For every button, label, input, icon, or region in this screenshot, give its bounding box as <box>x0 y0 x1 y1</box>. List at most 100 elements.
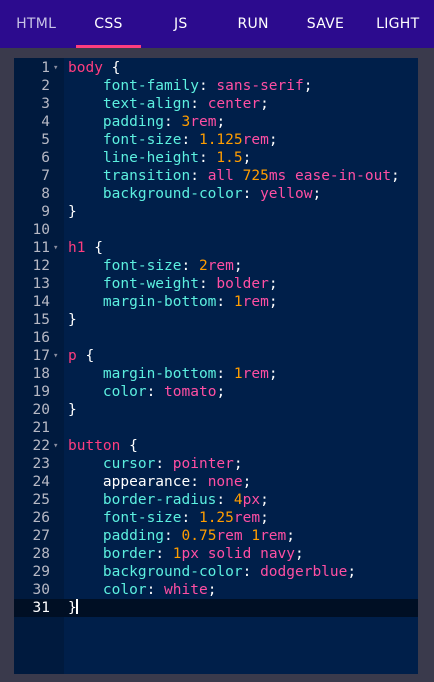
code-line[interactable]: 7 transition: all 725ms ease-in-out; <box>14 167 418 185</box>
line-number: 8 <box>41 186 50 202</box>
code-text: p { <box>68 347 94 365</box>
token-text: ; <box>312 186 322 202</box>
token-property: line-height <box>102 150 199 166</box>
line-number: 10 <box>32 222 50 238</box>
code-line[interactable]: 3 text-align: center; <box>14 95 418 113</box>
token-number: 4 <box>233 492 243 508</box>
code-line[interactable]: 26 font-size: 1.25rem; <box>14 509 418 527</box>
token-value: rem <box>190 114 217 130</box>
code-text: font-size: 1.25rem; <box>68 509 269 527</box>
token-text: : <box>190 96 208 112</box>
token-text: ; <box>207 582 217 598</box>
token-property: border <box>102 546 156 562</box>
token-value: rem <box>242 366 269 382</box>
tab-js[interactable]: JS <box>145 0 217 48</box>
code-line[interactable]: 8 background-color: yellow; <box>14 185 418 203</box>
code-line[interactable]: 18 margin-bottom: 1rem; <box>14 365 418 383</box>
line-number: 3 <box>41 96 50 112</box>
token-value: rem <box>233 510 261 526</box>
code-text: cursor: pointer; <box>68 455 243 473</box>
code-line[interactable]: 12 font-size: 2rem; <box>14 257 418 275</box>
code-text: font-size: 2rem; <box>68 257 243 275</box>
line-number: 11 <box>32 240 50 256</box>
token-property: cursor <box>102 456 156 472</box>
code-text: } <box>68 599 78 617</box>
code-line[interactable]: 21 <box>14 419 418 437</box>
token-number: 725 <box>242 168 269 184</box>
token-number: 1.25 <box>198 510 234 526</box>
line-number: 17 <box>32 348 50 364</box>
code-editor[interactable]: 1 ▾ body {2 font-family: sans-serif; 3 text… <box>14 58 418 674</box>
code-line[interactable]: 25 border-radius: 4px; <box>14 491 418 509</box>
code-line[interactable]: 29 background-color: dodgerblue; <box>14 563 418 581</box>
code-line[interactable]: 28 border: 1px solid navy; <box>14 545 418 563</box>
token-text: : <box>216 366 234 382</box>
token-text: ; <box>391 168 400 184</box>
code-line[interactable]: 5 font-size: 1.125rem; <box>14 131 418 149</box>
token-text: ; <box>268 366 278 382</box>
token-number: 1 <box>233 366 243 382</box>
line-number: 1 <box>41 60 50 76</box>
code-line[interactable]: 24 appearance: none; <box>14 473 418 491</box>
code-line[interactable]: 17 ▾ p { <box>14 347 418 365</box>
line-number: 6 <box>41 150 50 166</box>
code-line[interactable]: 27 padding: 0.75rem 1rem; <box>14 527 418 545</box>
code-line[interactable]: 20} <box>14 401 418 419</box>
token-text: : <box>198 150 217 166</box>
fold-arrow-icon[interactable]: ▾ <box>53 59 58 77</box>
token-text: ; <box>233 258 243 274</box>
fold-arrow-icon[interactable]: ▾ <box>53 437 58 455</box>
code-text: background-color: yellow; <box>68 185 321 203</box>
token-text: ; <box>268 294 278 310</box>
tab-html[interactable]: HTML <box>0 0 72 48</box>
code-text: font-size: 1.125rem; <box>68 131 278 149</box>
code-line[interactable]: 16 <box>14 329 418 347</box>
code-line[interactable]: 4 padding: 3rem; <box>14 113 418 131</box>
tab-light[interactable]: LIGHT <box>362 0 434 48</box>
code-text: font-family: sans-serif; <box>68 77 313 95</box>
code-text: border: 1px solid navy; <box>68 545 304 563</box>
line-number: 25 <box>32 492 50 508</box>
token-text: { <box>76 348 95 364</box>
token-value: rem <box>207 258 234 274</box>
code-line[interactable]: 30 color: white; <box>14 581 418 599</box>
fold-arrow-icon[interactable]: ▾ <box>53 239 58 257</box>
token-text: ; <box>286 528 296 544</box>
token-text: : <box>190 474 208 490</box>
tab-run[interactable]: RUN <box>217 0 289 48</box>
code-text: h1 { <box>68 239 103 257</box>
code-line[interactable]: 13 font-weight: bolder; <box>14 275 418 293</box>
token-text: ; <box>268 132 278 148</box>
token-number: 0.75 <box>181 528 217 544</box>
code-line[interactable]: 9} <box>14 203 418 221</box>
line-number: 20 <box>32 402 50 418</box>
code-line[interactable]: 19 color: tomato; <box>14 383 418 401</box>
fold-arrow-icon[interactable]: ▾ <box>53 347 58 365</box>
code-line[interactable]: 2 font-family: sans-serif; <box>14 77 418 95</box>
code-line[interactable]: 14 margin-bottom: 1rem; <box>14 293 418 311</box>
code-line[interactable]: 23 cursor: pointer; <box>14 455 418 473</box>
code-line[interactable]: 6 line-height: 1.5; <box>14 149 418 167</box>
code-text: } <box>68 401 77 419</box>
code-line[interactable]: 11 ▾ h1 { <box>14 239 418 257</box>
line-number: 19 <box>32 384 50 400</box>
tab-save[interactable]: SAVE <box>289 0 361 48</box>
token-text: ; <box>260 510 269 526</box>
token-text: ; <box>303 78 313 94</box>
code-text: body { <box>68 59 120 77</box>
code-line[interactable]: 31} <box>14 599 418 617</box>
tab-css[interactable]: CSS <box>72 0 144 48</box>
code-line[interactable]: 15} <box>14 311 418 329</box>
code-line[interactable]: 22 ▾ button { <box>14 437 418 455</box>
line-number: 21 <box>32 420 50 436</box>
token-text: } <box>68 204 77 220</box>
code-line[interactable]: 10 <box>14 221 418 239</box>
code-line[interactable]: 1 ▾ body { <box>14 59 418 77</box>
